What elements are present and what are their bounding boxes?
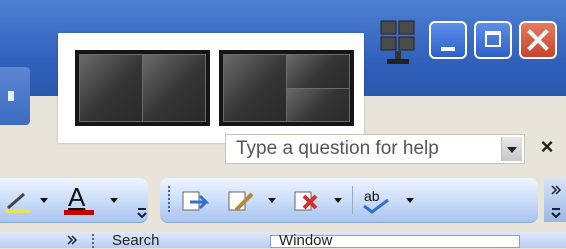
grip-knob bbox=[8, 91, 14, 101]
layout-picker-popup bbox=[58, 33, 364, 143]
close-help-icon[interactable]: × bbox=[537, 135, 557, 159]
font-color-button[interactable]: A bbox=[62, 182, 98, 218]
left-edge-grip[interactable] bbox=[0, 67, 30, 125]
toolbar-options-icon[interactable] bbox=[136, 206, 148, 218]
formatting-toolbar: A bbox=[0, 178, 148, 223]
minimize-button[interactable] bbox=[429, 21, 467, 59]
maximize-button[interactable] bbox=[474, 21, 512, 59]
reviewing-toolbar: ab bbox=[160, 178, 538, 223]
layout-option-two-panes[interactable] bbox=[75, 50, 210, 126]
help-search-box[interactable]: Type a question for help bbox=[225, 134, 525, 164]
toolbar-grip bbox=[92, 234, 94, 248]
search-button[interactable]: Search bbox=[112, 233, 160, 248]
accept-change-icon[interactable] bbox=[180, 188, 210, 214]
chevron-down-icon[interactable] bbox=[110, 198, 118, 203]
address-text: Window bbox=[279, 232, 333, 249]
spelling-check-icon bbox=[363, 198, 389, 214]
monitor-icon[interactable] bbox=[380, 20, 416, 66]
layout-pane bbox=[286, 54, 350, 89]
layout-pane bbox=[79, 54, 143, 122]
font-color-swatch bbox=[64, 210, 94, 215]
help-search-input[interactable]: Type a question for help bbox=[236, 138, 439, 160]
help-dropdown-button[interactable] bbox=[501, 137, 522, 161]
toolbar-grip bbox=[168, 186, 170, 214]
layout-option-three-panes[interactable] bbox=[219, 50, 354, 126]
toolbar-overflow[interactable] bbox=[544, 178, 566, 222]
minimize-icon bbox=[441, 47, 455, 51]
reject-change-icon[interactable] bbox=[292, 188, 322, 214]
layout-pane bbox=[223, 54, 287, 122]
close-button[interactable] bbox=[519, 21, 557, 59]
layout-pane bbox=[142, 54, 206, 122]
chevron-down-icon[interactable] bbox=[268, 198, 276, 203]
secondary-toolbar: Search Window bbox=[0, 232, 566, 248]
toolbar-separator bbox=[352, 186, 353, 214]
address-field[interactable]: Window bbox=[270, 232, 520, 249]
chevron-down-icon[interactable] bbox=[406, 198, 414, 203]
chevron-down-icon[interactable] bbox=[334, 198, 342, 203]
spelling-button[interactable]: ab bbox=[362, 188, 392, 214]
font-color-letter: A bbox=[68, 182, 86, 212]
chevron-right-icon[interactable] bbox=[66, 234, 78, 246]
close-icon bbox=[527, 29, 549, 51]
maximize-icon bbox=[485, 31, 501, 47]
highlight-icon[interactable] bbox=[4, 188, 34, 214]
toolbar-options-icon bbox=[551, 208, 561, 218]
layout-pane bbox=[286, 88, 350, 122]
chevron-down-icon[interactable] bbox=[40, 198, 48, 203]
edit-comment-icon[interactable] bbox=[226, 188, 256, 214]
chevron-right-icon bbox=[551, 185, 562, 195]
